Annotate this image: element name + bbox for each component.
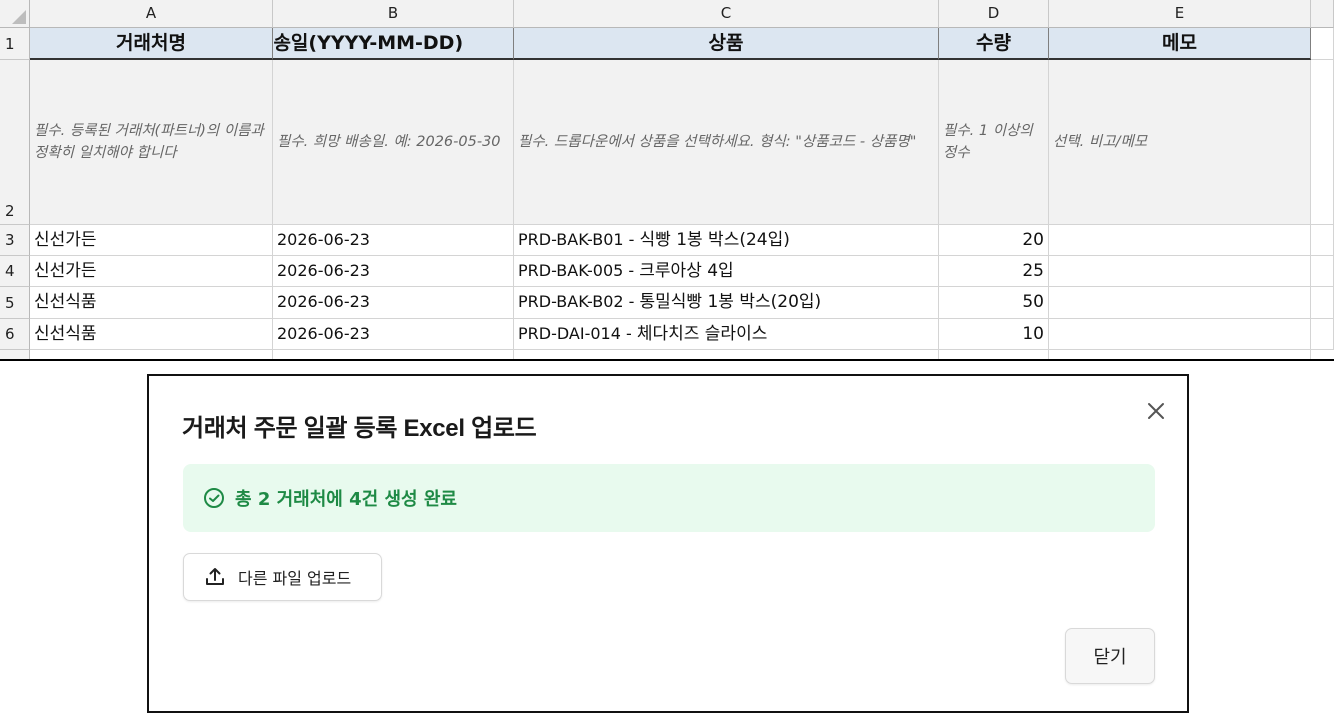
row-header-4[interactable]: 4 xyxy=(0,256,30,287)
select-all-corner[interactable] xyxy=(0,0,30,28)
cell-quantity[interactable]: 20 xyxy=(939,225,1049,256)
header-cell-quantity[interactable]: 수량 xyxy=(939,28,1049,60)
desc-cell-delivery-date[interactable]: 필수. 희망 배송일. 예: 2026-05-30 xyxy=(273,60,514,225)
close-button[interactable]: 닫기 xyxy=(1065,628,1155,684)
success-message: 총 2 거래처에 4건 생성 완료 xyxy=(235,489,457,510)
desc-cell-product[interactable]: 필수. 드롭다운에서 상품을 선택하세요. 형식: "상품코드 - 상품명" xyxy=(514,60,939,225)
cell-partner[interactable]: 신선가든 xyxy=(30,256,273,287)
header-cell-delivery-date[interactable]: 희망배송일(YYYY-MM-DD) xyxy=(273,28,514,60)
desc-text-partner: 필수. 등록된 거래처(파트너)의 이름과 정확히 일치해야 합니다 xyxy=(34,123,264,161)
column-header-a[interactable]: A xyxy=(30,0,273,28)
cell-quantity[interactable]: 50 xyxy=(939,287,1049,319)
product-name: 체다치즈 슬라이스 xyxy=(636,324,768,344)
row-header-2[interactable]: 2 xyxy=(0,60,30,225)
close-icon[interactable] xyxy=(1143,398,1169,424)
select-all-triangle-icon xyxy=(12,10,26,24)
cell-delivery-date[interactable]: 2026-06-23 xyxy=(273,319,514,350)
empty-cell[interactable] xyxy=(1311,287,1334,319)
check-circle-icon xyxy=(203,487,225,509)
cell-product[interactable]: PRD-BAK-B01 - 식빵 1봉 박스(24입) xyxy=(514,225,939,256)
desc-text-quantity: 필수. 1 이상의 정수 xyxy=(943,123,1033,161)
cell-partner[interactable]: 신선식품 xyxy=(30,319,273,350)
product-name: 크루아상 4입 xyxy=(639,261,734,281)
cell-product[interactable]: PRD-DAI-014 - 체다치즈 슬라이스 xyxy=(514,319,939,350)
cell-delivery-date[interactable]: 2026-06-23 xyxy=(273,225,514,256)
product-code: PRD-BAK-B01 - xyxy=(518,230,640,249)
upload-button-label: 다른 파일 업로드 xyxy=(238,569,352,588)
row-header-7[interactable] xyxy=(0,350,30,359)
desc-cell-partner[interactable]: 필수. 등록된 거래처(파트너)의 이름과 정확히 일치해야 합니다 xyxy=(30,60,273,225)
cell-memo[interactable] xyxy=(1049,287,1311,319)
empty-cell[interactable] xyxy=(1311,225,1334,256)
desc-text-memo: 선택. 비고/메모 xyxy=(1053,134,1148,150)
dialog-title: 거래처 주문 일괄 등록 Excel 업로드 xyxy=(182,415,537,442)
column-header-b[interactable]: B xyxy=(273,0,514,28)
column-header-f[interactable] xyxy=(1311,0,1334,28)
empty-cell[interactable] xyxy=(1049,350,1311,359)
cell-quantity[interactable]: 25 xyxy=(939,256,1049,287)
success-alert: 총 2 거래처에 4건 생성 완료 xyxy=(183,464,1155,532)
product-code: PRD-BAK-005 - xyxy=(518,261,640,280)
empty-cell[interactable] xyxy=(1311,28,1334,60)
row-header-2-label: 2 xyxy=(5,202,15,220)
row-header-6[interactable]: 6 xyxy=(0,319,30,350)
empty-cell[interactable] xyxy=(514,350,939,359)
cell-product[interactable]: PRD-BAK-B02 - 통밀식빵 1봉 박스(20입) xyxy=(514,287,939,319)
upload-another-file-button[interactable]: 다른 파일 업로드 xyxy=(183,553,382,601)
cell-product[interactable]: PRD-BAK-005 - 크루아상 4입 xyxy=(514,256,939,287)
row-header-5[interactable]: 5 xyxy=(0,287,30,319)
cell-quantity[interactable]: 10 xyxy=(939,319,1049,350)
desc-cell-memo[interactable]: 선택. 비고/메모 xyxy=(1049,60,1311,225)
product-code: PRD-BAK-B02 - xyxy=(518,292,640,311)
header-cell-product[interactable]: 상품 xyxy=(514,28,939,60)
empty-cell[interactable] xyxy=(939,350,1049,359)
cell-partner[interactable]: 신선식품 xyxy=(30,287,273,319)
empty-cell[interactable] xyxy=(1311,256,1334,287)
upload-icon xyxy=(204,566,226,588)
empty-cell[interactable] xyxy=(273,350,514,359)
cell-delivery-date[interactable]: 2026-06-23 xyxy=(273,256,514,287)
cell-memo[interactable] xyxy=(1049,256,1311,287)
row-header-3[interactable]: 3 xyxy=(0,225,30,256)
header-cell-memo[interactable]: 메모 xyxy=(1049,28,1311,60)
empty-cell[interactable] xyxy=(1311,60,1334,225)
header-cell-partner[interactable]: 거래처명 xyxy=(30,28,273,60)
row-header-1[interactable]: 1 xyxy=(0,28,30,60)
desc-text-product: 필수. 드롭다운에서 상품을 선택하세요. 형식: "상품코드 - 상품명" xyxy=(518,134,917,150)
cell-memo[interactable] xyxy=(1049,225,1311,256)
product-code: PRD-DAI-014 - xyxy=(518,324,637,343)
upload-dialog: 거래처 주문 일괄 등록 Excel 업로드 총 2 거래처에 4건 생성 완료… xyxy=(147,374,1189,713)
cell-delivery-date[interactable]: 2026-06-23 xyxy=(273,287,514,319)
column-header-e[interactable]: E xyxy=(1049,0,1311,28)
desc-text-delivery-date: 필수. 희망 배송일. 예: 2026-05-30 xyxy=(277,134,501,150)
empty-cell[interactable] xyxy=(30,350,273,359)
cell-partner[interactable]: 신선가든 xyxy=(30,225,273,256)
column-header-d[interactable]: D xyxy=(939,0,1049,28)
product-name: 통밀식빵 1봉 박스(20입) xyxy=(639,292,822,312)
desc-cell-quantity[interactable]: 필수. 1 이상의 정수 xyxy=(939,60,1049,225)
empty-cell[interactable] xyxy=(1311,319,1334,350)
column-header-c[interactable]: C xyxy=(514,0,939,28)
spreadsheet: A B C D E 1 2 3 4 5 6 거래처명 희망배송일(YYYY-MM… xyxy=(0,0,1334,361)
product-name: 식빵 1봉 박스(24입) xyxy=(639,230,790,250)
cell-memo[interactable] xyxy=(1049,319,1311,350)
